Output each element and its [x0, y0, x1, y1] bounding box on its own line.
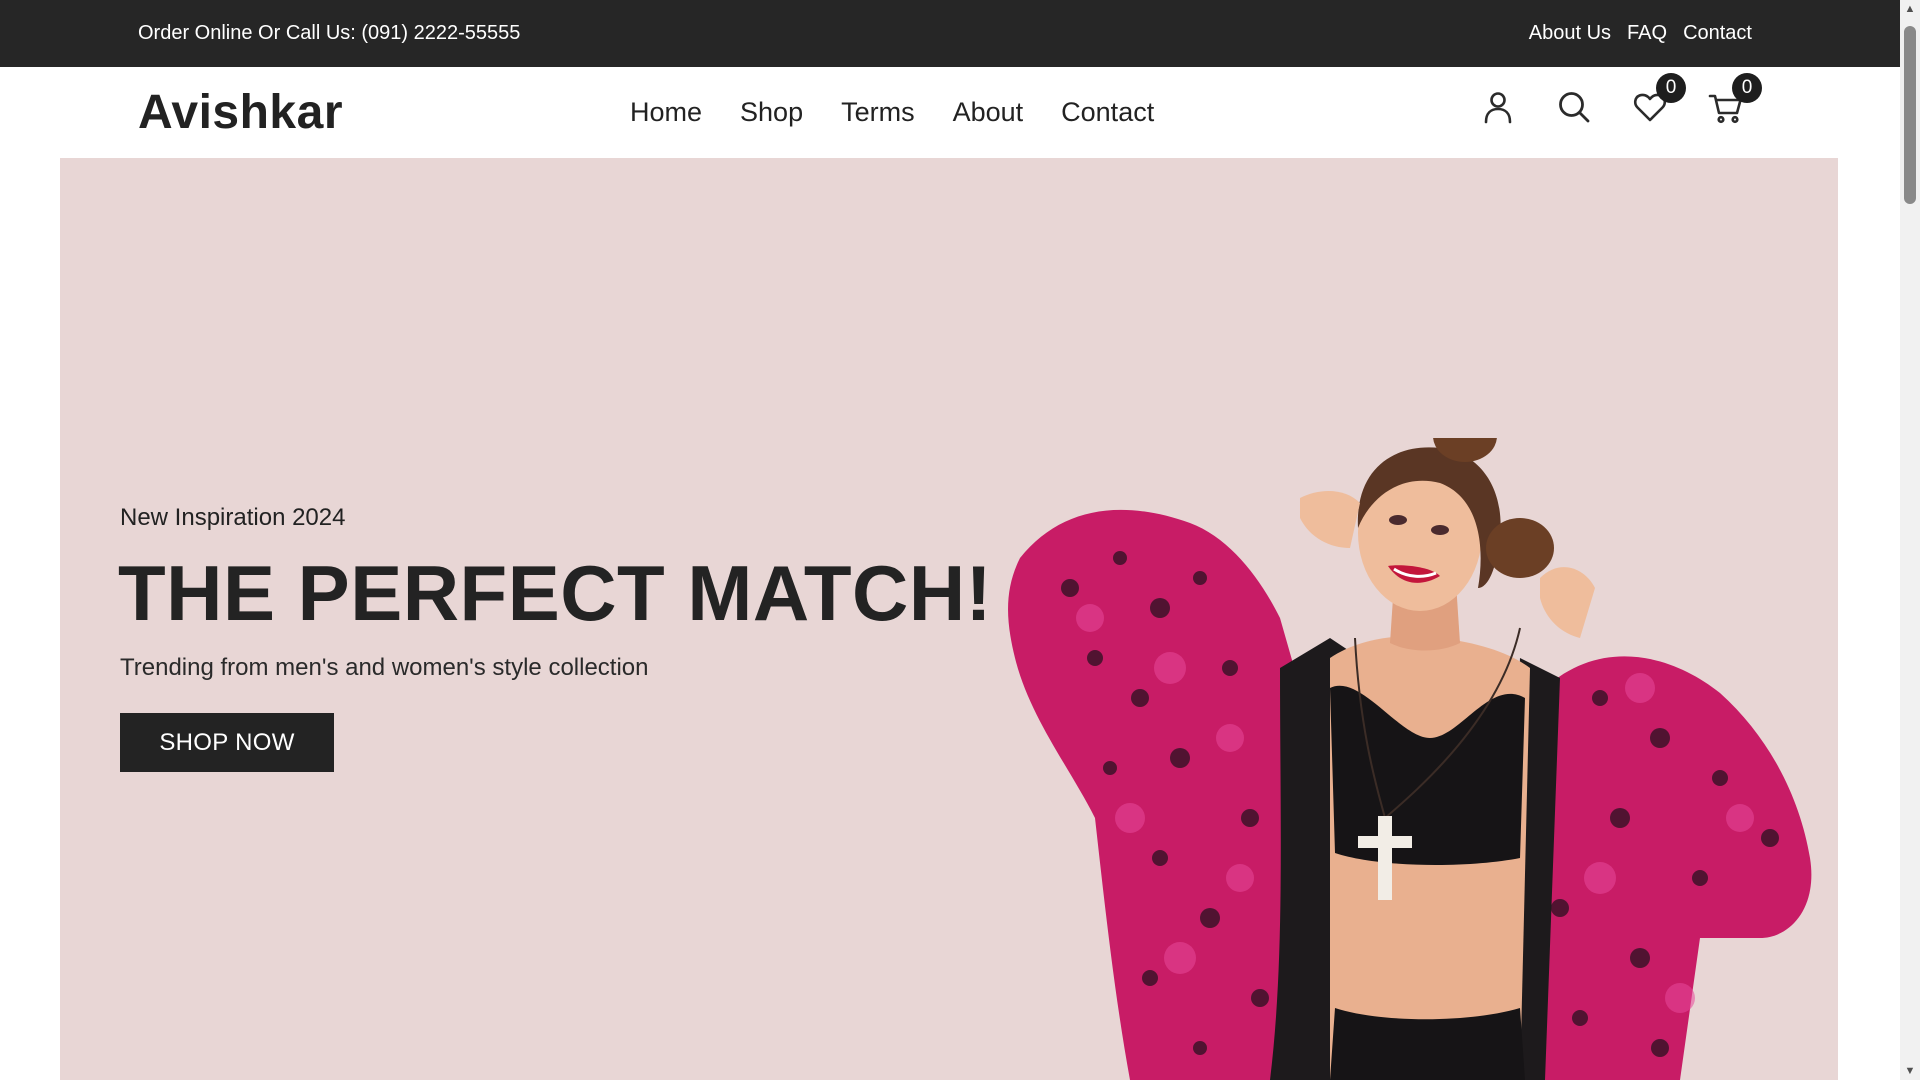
top-link-contact[interactable]: Contact [1683, 0, 1752, 67]
page: Order Online Or Call Us: (091) 2222-5555… [0, 0, 1900, 1080]
search-icon[interactable] [1556, 89, 1592, 125]
wishlist-count-badge: 0 [1656, 73, 1686, 103]
hero-model-image [1000, 438, 1820, 1080]
hero-subtitle: Trending from men's and women's style co… [120, 654, 649, 681]
contact-phone-text: Order Online Or Call Us: (091) 2222-5555… [138, 22, 521, 44]
hero-banner: New Inspiration 2024 THE PERFECT MATCH! … [60, 158, 1838, 1080]
nav-item-home[interactable]: Home [630, 97, 702, 128]
page-scrollbar[interactable]: ▲ ▼ [1900, 0, 1920, 1080]
top-bar: Order Online Or Call Us: (091) 2222-5555… [0, 0, 1900, 67]
top-link-about-us[interactable]: About Us [1529, 0, 1611, 67]
nav-item-contact[interactable]: Contact [1061, 97, 1154, 128]
shop-now-button[interactable]: SHOP NOW [120, 713, 334, 772]
wishlist-heart-icon[interactable]: 0 [1632, 73, 1686, 125]
header-icons: 0 0 [1480, 73, 1762, 125]
nav-item-about[interactable]: About [953, 97, 1024, 128]
hero-eyebrow: New Inspiration 2024 [120, 504, 346, 531]
site-logo[interactable]: Avishkar [138, 85, 343, 140]
main-nav: Home Shop Terms About Contact [630, 67, 1154, 158]
scrollbar-thumb[interactable] [1904, 26, 1916, 204]
user-icon[interactable] [1480, 89, 1516, 125]
cart-icon[interactable]: 0 [1708, 73, 1762, 125]
top-links: About Us FAQ Contact [1529, 0, 1752, 67]
scroll-up-arrow-icon[interactable]: ▲ [1900, 0, 1920, 18]
cart-count-badge: 0 [1732, 73, 1762, 103]
hero-title: THE PERFECT MATCH! [118, 549, 993, 637]
nav-item-terms[interactable]: Terms [841, 97, 915, 128]
top-link-faq[interactable]: FAQ [1627, 0, 1667, 67]
nav-item-shop[interactable]: Shop [740, 97, 803, 128]
site-header: Avishkar Home Shop Terms About Contact 0… [0, 67, 1900, 158]
scroll-down-arrow-icon[interactable]: ▼ [1900, 1062, 1920, 1080]
